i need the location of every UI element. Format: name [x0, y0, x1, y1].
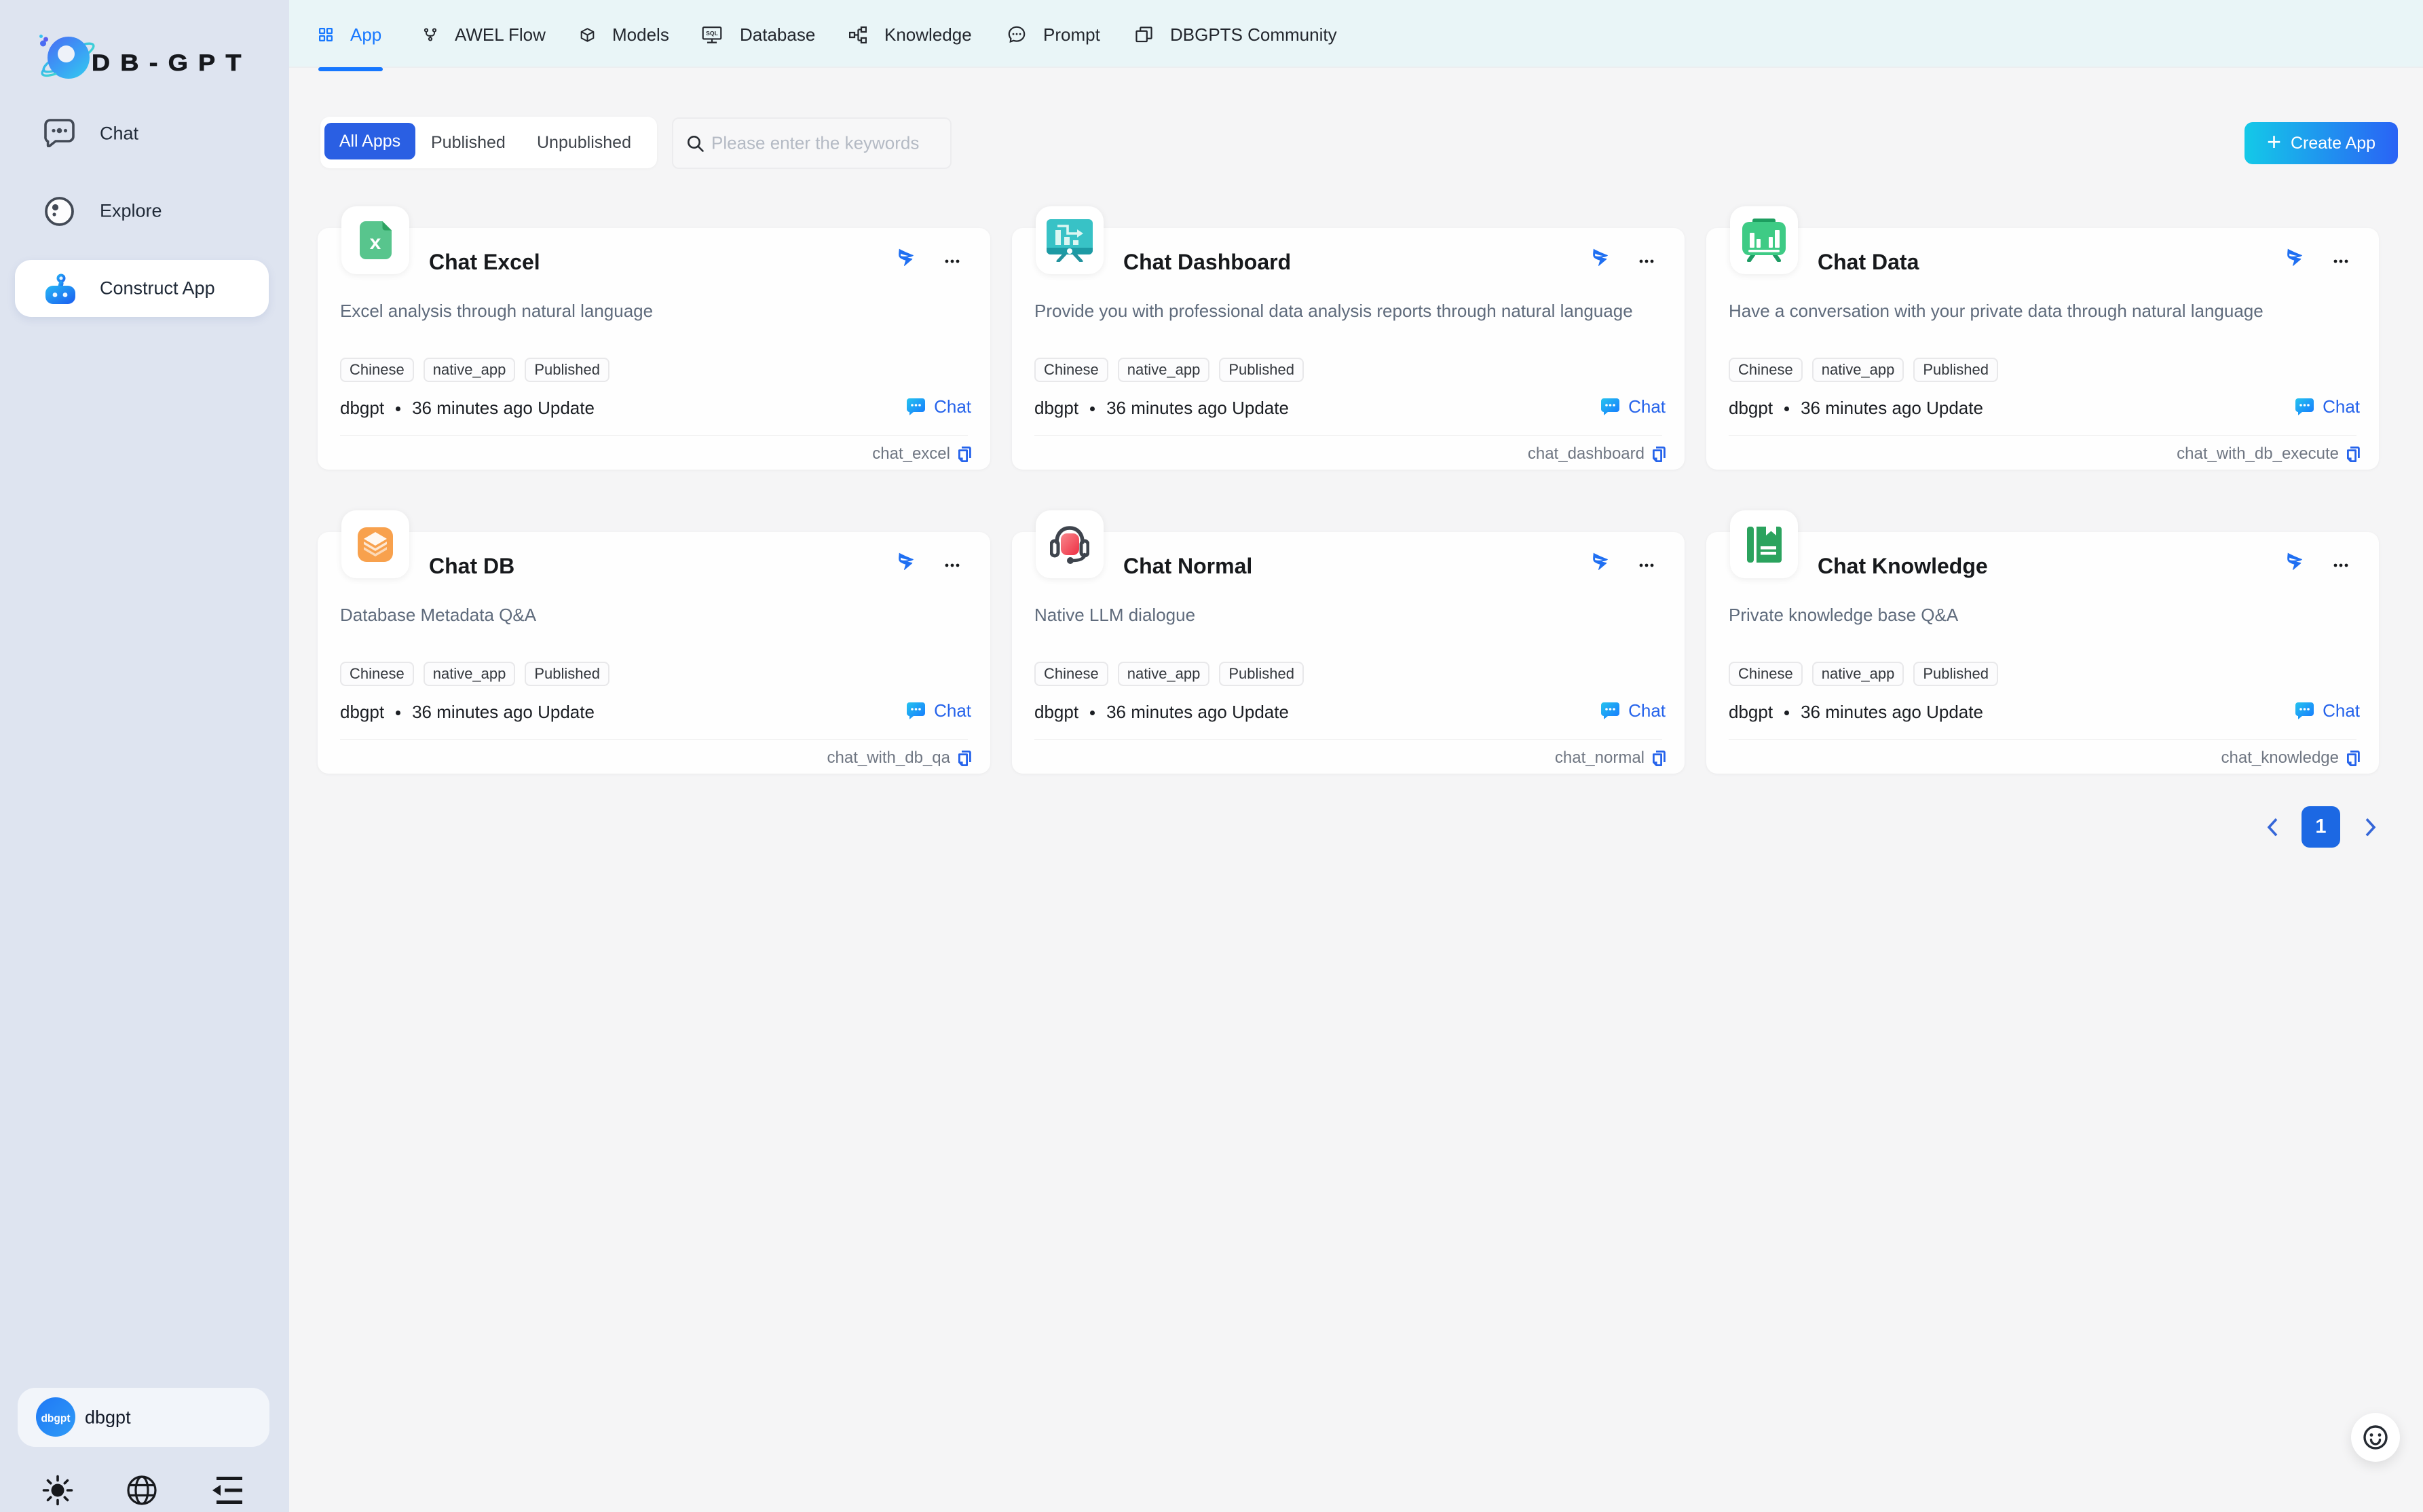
svg-text:SQL: SQL	[706, 30, 718, 37]
svg-text:x: x	[369, 231, 381, 254]
svg-text:dbgpt: dbgpt	[41, 1413, 70, 1424]
svg-text:DB-GPT: DB-GPT	[92, 50, 252, 76]
